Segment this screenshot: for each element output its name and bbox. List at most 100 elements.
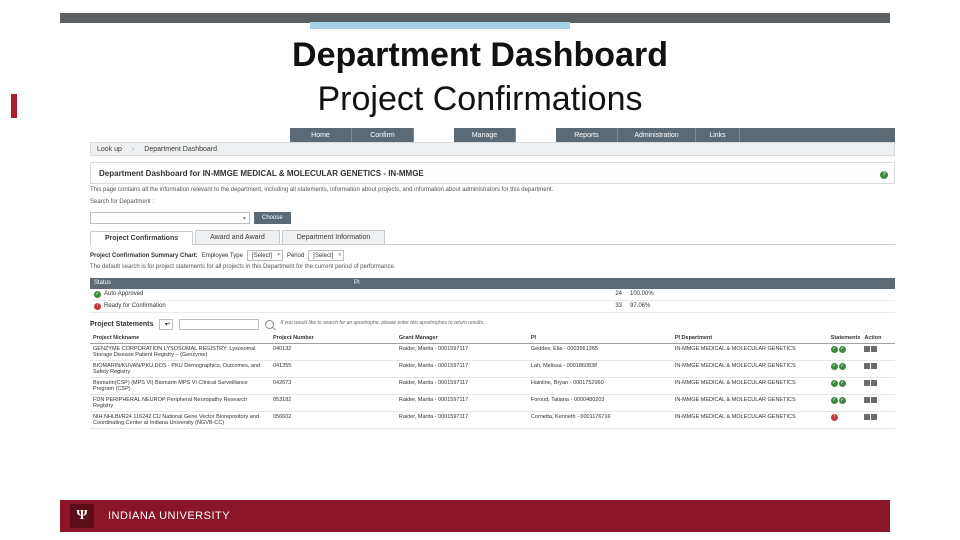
app-screenshot: Home Confirm Manage Reports Administrati… [90, 128, 895, 490]
action-icon[interactable] [864, 414, 870, 420]
th-pi-department[interactable]: PI Department [672, 333, 828, 344]
cell-action[interactable] [861, 360, 895, 377]
cell-spacer [336, 377, 396, 394]
check-icon: ✓ [831, 397, 838, 404]
action-icon[interactable] [864, 397, 870, 403]
check-icon: ✓ [839, 397, 846, 404]
status-count: 33 [590, 303, 630, 309]
menu-links[interactable]: Links [696, 128, 740, 142]
cell-spacer [336, 411, 396, 428]
summary-label: Project Confirmation Summary Chart: [90, 253, 198, 259]
cell-nickname[interactable]: FDN PERIPHERAL NEUROP Peripheral Neuropa… [90, 394, 270, 411]
iu-text: INDIANA UNIVERSITY [108, 510, 230, 522]
action-icon[interactable] [864, 363, 870, 369]
page-header-panel: Department Dashboard for IN-MMGE MEDICAL… [90, 162, 895, 184]
help-icon[interactable]: ? [880, 171, 888, 179]
search-label: Search for Department : [90, 199, 895, 207]
cell-project-number: 056602 [270, 411, 336, 428]
period-select[interactable]: [Select] [308, 250, 344, 261]
table-row: GENZYME CORPORATION LYSOSOMAL REGISTRY: … [90, 343, 895, 360]
status-label: Ready for Confirmation [104, 303, 166, 309]
table-row: NIH NHLBI/R24 116242 CU National Gene Ve… [90, 411, 895, 428]
project-statements-header: Project Statements ▾ If you would like t… [90, 319, 895, 330]
breadcrumb: Look up › Department Dashboard [90, 142, 895, 156]
th-statements[interactable]: Statements [828, 333, 862, 344]
cell-action[interactable] [861, 343, 895, 360]
cell-project-number: 042673 [270, 377, 336, 394]
th-nickname[interactable]: Project Nickname [90, 333, 270, 344]
cell-grant-manager: Raider, Marita - 0001597117 [396, 394, 528, 411]
search-icon[interactable] [265, 320, 274, 329]
cell-project-number: 053182 [270, 394, 336, 411]
filter-input[interactable] [179, 319, 259, 330]
cell-nickname[interactable]: NIH NHLBI/R24 116242 CU National Gene Ve… [90, 411, 270, 428]
etype-label: Employee Type [202, 253, 243, 259]
status-count: 24 [590, 291, 630, 297]
action-icon[interactable] [871, 414, 877, 420]
filter-type-select[interactable]: ▾ [159, 319, 173, 330]
status-label: Auto Approved [104, 291, 143, 297]
table-row: BIOMARIN/KUVAN/PKU.DOS - PKU Demographic… [90, 360, 895, 377]
status-col-pi: PI [350, 280, 630, 286]
cell-pi: Foroud, Tatiana - 0000480203 [528, 394, 672, 411]
main-menu: Home Confirm Manage Reports Administrati… [90, 128, 895, 142]
tab-dept-info[interactable]: Department Information [282, 230, 386, 244]
cell-action[interactable] [861, 411, 895, 428]
menu-home[interactable]: Home [290, 128, 352, 142]
cell-statements: ! [828, 411, 862, 428]
check-icon: ✓ [94, 291, 101, 298]
crumb-sep: › [132, 146, 134, 153]
cell-statements: ✓✓ [828, 377, 862, 394]
cell-spacer [336, 360, 396, 377]
cell-nickname[interactable]: BIOMARIN/KUVAN/PKU.DOS - PKU Demographic… [90, 360, 270, 377]
cell-pi-department: IN-MMGE MEDICAL & MOLECULAR GENETICS [672, 394, 828, 411]
check-icon: ✓ [831, 346, 838, 353]
cell-nickname[interactable]: Biomarin(CSP) (MPS VI) Biomarin MPS VI C… [90, 377, 270, 394]
dept-select[interactable]: ▾ [90, 212, 250, 224]
status-table-header: Status PI [90, 278, 895, 289]
cell-grant-manager: Raider, Marita - 0001597117 [396, 411, 528, 428]
cell-pi-department: IN-MMGE MEDICAL & MOLECULAR GENETICS [672, 343, 828, 360]
cell-pi-department: IN-MMGE MEDICAL & MOLECULAR GENETICS [672, 360, 828, 377]
check-icon: ✓ [831, 380, 838, 387]
menu-reports[interactable]: Reports [556, 128, 618, 142]
cell-spacer [336, 394, 396, 411]
th-grant-manager[interactable]: Grant Manager [396, 333, 528, 344]
menu-manage[interactable]: Manage [454, 128, 516, 142]
etype-select[interactable]: [Select] [247, 250, 283, 261]
ps-title: Project Statements [90, 321, 153, 328]
tab-award[interactable]: Award and Award [195, 230, 280, 244]
cell-pi: Lah, Melissa - 0001860838 [528, 360, 672, 377]
alert-icon: ! [94, 303, 101, 310]
period-label: Period [287, 253, 304, 259]
menu-administration[interactable]: Administration [618, 128, 696, 142]
action-icon[interactable] [864, 346, 870, 352]
action-icon[interactable] [864, 380, 870, 386]
summary-note: The default search is for project statem… [90, 264, 895, 272]
th-pi[interactable]: PI [528, 333, 672, 344]
action-icon[interactable] [871, 380, 877, 386]
cell-grant-manager: Raider, Marita - 0001597117 [396, 360, 528, 377]
cell-pi: Geddes, Ella - 0003561365 [528, 343, 672, 360]
slide-top-blue-bar [310, 22, 570, 29]
table-header-row: Project Nickname Project Number Grant Ma… [90, 333, 895, 344]
action-icon[interactable] [871, 346, 877, 352]
tab-project-confirmations[interactable]: Project Confirmations [90, 231, 193, 245]
choose-button[interactable]: Choose [254, 212, 291, 224]
page-description: This page contains all the information r… [90, 187, 895, 195]
cell-action[interactable] [861, 377, 895, 394]
check-icon: ✓ [839, 380, 846, 387]
crumb-dept-dashboard[interactable]: Department Dashboard [144, 146, 217, 153]
slide-red-accent [11, 94, 17, 118]
th-project-number[interactable]: Project Number [270, 333, 336, 344]
cell-nickname[interactable]: GENZYME CORPORATION LYSOSOMAL REGISTRY: … [90, 343, 270, 360]
cell-statements: ✓✓ [828, 394, 862, 411]
check-icon: ✓ [839, 346, 846, 353]
action-icon[interactable] [871, 363, 877, 369]
action-icon[interactable] [871, 397, 877, 403]
cell-action[interactable] [861, 394, 895, 411]
cell-pi: Hainline, Bryan - 0001752960 [528, 377, 672, 394]
th-action[interactable]: Action [861, 333, 895, 344]
crumb-lookup[interactable]: Look up [97, 146, 122, 153]
menu-confirm[interactable]: Confirm [352, 128, 414, 142]
